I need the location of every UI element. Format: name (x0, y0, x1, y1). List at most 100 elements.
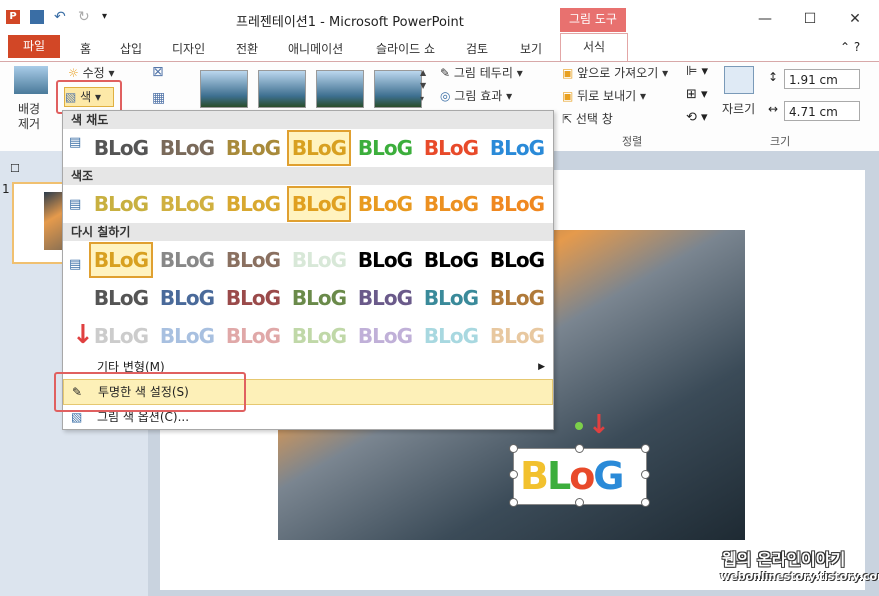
saturation-swatch-33[interactable]: BLoG (157, 132, 217, 164)
recolor-swatch-sepia[interactable]: BLoG (223, 244, 283, 276)
recolor-swatch-dark-6[interactable]: BLoG (421, 282, 481, 314)
recolor-swatch-dark-2[interactable]: BLoG (157, 282, 217, 314)
resize-handle-bl[interactable] (509, 498, 518, 507)
saturation-swatch-66[interactable]: BLoG (223, 132, 283, 164)
recolor-swatch-light-2[interactable]: BLoG (157, 320, 217, 352)
send-backward-icon: ▣ (562, 89, 578, 103)
tab-slideshow[interactable]: 슬라이드 쇼 (376, 40, 435, 57)
tab-view[interactable]: 보기 (520, 40, 542, 57)
align-icon[interactable]: ⊫ ▾ (686, 64, 708, 79)
tone-swatch-3[interactable]: BLoG (223, 188, 283, 220)
help-icon[interactable]: ⌃ ? (840, 40, 860, 54)
resize-handle-r[interactable] (641, 470, 650, 479)
recolor-swatch-dark-4[interactable]: BLoG (289, 282, 349, 314)
recolor-swatch-dark-5[interactable]: BLoG (355, 282, 415, 314)
saturation-swatch-400[interactable]: BLoG (487, 132, 547, 164)
gallery-scroll-arrows[interactable]: ▲ ▼ ▾ (420, 66, 430, 106)
tone-swatch-4[interactable]: BLoG (287, 186, 351, 222)
corrections-button[interactable]: ☼ 수정 ▾ (68, 64, 115, 81)
recolor-row-1: BLoG BLoG BLoG BLoG BLoG BLoG BLoG (63, 241, 553, 279)
recolor-swatch-bw25[interactable]: BLoG (355, 244, 415, 276)
tab-format[interactable]: 서식 (560, 33, 628, 62)
color-button[interactable]: ▧ 색 ▾ (64, 87, 114, 107)
resize-handle-l[interactable] (509, 470, 518, 479)
picture-style-1[interactable] (200, 70, 248, 108)
tone-swatch-7[interactable]: BLoG (487, 188, 547, 220)
saturation-swatch-100[interactable]: BLoG (287, 130, 351, 166)
watermark-title: 웹의 온라인이야기 (722, 550, 846, 569)
remove-background-icon[interactable] (14, 66, 48, 94)
arrange-group-label: 정렬 (622, 135, 643, 148)
crop-icon[interactable] (724, 66, 754, 94)
tab-file[interactable]: 파일 (8, 35, 60, 58)
remove-background-label-2: 제거 (18, 117, 41, 131)
recolor-swatch-dark-7[interactable]: BLoG (487, 282, 547, 314)
redo-icon[interactable]: ↻ (78, 10, 92, 24)
recolor-swatch-light-6[interactable]: BLoG (421, 320, 481, 352)
submenu-arrow-icon: ▶ (538, 362, 545, 372)
quick-access-toolbar: P ↶ ↻ ▾ (6, 10, 116, 24)
picture-style-2[interactable] (258, 70, 306, 108)
undo-icon[interactable]: ↶ (54, 10, 68, 24)
recolor-swatch-gray[interactable]: BLoG (157, 244, 217, 276)
group-icon[interactable]: ⊞ ▾ (686, 87, 708, 102)
recolor-swatch-light-5[interactable]: BLoG (355, 320, 415, 352)
height-input[interactable]: 1.91 cm (784, 69, 860, 89)
red-arrow-down-icon-2: ↓ (72, 320, 94, 350)
bring-forward-button[interactable]: ▣ 앞으로 가져오기 ▾ (562, 64, 668, 81)
customize-qat-icon[interactable]: ▾ (102, 10, 116, 24)
recolor-swatch-dark-1[interactable]: BLoG (91, 282, 151, 314)
recolor-swatch-none[interactable]: BLoG (89, 242, 153, 278)
saturation-swatch-0[interactable]: BLoG (91, 132, 151, 164)
pane-toggle-icon[interactable]: ☐ (10, 162, 20, 175)
compress-pictures-icon[interactable]: ⊠ (152, 64, 164, 80)
maximize-button[interactable]: ☐ (795, 8, 825, 30)
resize-handle-t[interactable] (575, 444, 584, 453)
tone-swatch-6[interactable]: BLoG (421, 188, 481, 220)
picture-style-4[interactable] (374, 70, 422, 108)
recolor-swatch-washout[interactable]: BLoG (289, 244, 349, 276)
bring-forward-icon: ▣ (562, 66, 578, 80)
recolor-swatch-bw50[interactable]: BLoG (421, 244, 481, 276)
picture-tools-context-header: 그림 도구 (560, 8, 626, 32)
saturation-swatch-300[interactable]: BLoG (421, 132, 481, 164)
rotate-handle[interactable] (575, 422, 583, 430)
tone-swatch-1[interactable]: BLoG (91, 188, 151, 220)
tab-home[interactable]: 홈 (80, 40, 91, 57)
tab-design[interactable]: 디자인 (172, 40, 205, 57)
resize-handle-tl[interactable] (509, 444, 518, 453)
recolor-swatch-light-1[interactable]: BLoG (91, 320, 151, 352)
picture-border-button[interactable]: ✎ 그림 테두리 ▾ (440, 64, 523, 81)
saturation-swatch-200[interactable]: BLoG (355, 132, 415, 164)
recolor-swatch-bw75[interactable]: BLoG (487, 244, 547, 276)
tone-swatch-2[interactable]: BLoG (157, 188, 217, 220)
recolor-swatch-light-4[interactable]: BLoG (289, 320, 349, 352)
tab-review[interactable]: 검토 (466, 40, 488, 57)
recolor-icon: ▤ (69, 257, 82, 272)
picture-style-3[interactable] (316, 70, 364, 108)
change-picture-icon[interactable]: ▦ (152, 90, 165, 106)
resize-handle-br[interactable] (641, 498, 650, 507)
blog-logo-image[interactable]: BLoG (513, 448, 647, 505)
picture-effects-button[interactable]: ◎ 그림 효과 ▾ (440, 87, 512, 104)
selection-pane-icon: ⇱ (562, 112, 576, 126)
resize-handle-tr[interactable] (641, 444, 650, 453)
recolor-swatch-light-7[interactable]: BLoG (487, 320, 547, 352)
selection-pane-button[interactable]: ⇱ 선택 창 (562, 110, 613, 127)
minimize-button[interactable]: — (750, 8, 780, 30)
resize-handle-b[interactable] (575, 498, 584, 507)
save-icon[interactable] (30, 10, 44, 24)
tone-icon: ▤ (69, 197, 82, 212)
close-button[interactable]: ✕ (840, 8, 870, 30)
send-backward-button[interactable]: ▣ 뒤로 보내기 ▾ (562, 87, 646, 104)
picture-styles-gallery (190, 66, 440, 112)
tone-swatch-5[interactable]: BLoG (355, 188, 415, 220)
tab-animations[interactable]: 애니메이션 (288, 40, 343, 57)
tab-transitions[interactable]: 전환 (236, 40, 258, 57)
tab-insert[interactable]: 삽입 (120, 40, 142, 57)
recolor-swatch-light-3[interactable]: BLoG (223, 320, 283, 352)
rotate-icon[interactable]: ⟲ ▾ (686, 110, 708, 125)
recolor-swatch-dark-3[interactable]: BLoG (223, 282, 283, 314)
crop-button-label[interactable]: 자르기 (722, 100, 755, 117)
width-input[interactable]: 4.71 cm (784, 101, 860, 121)
